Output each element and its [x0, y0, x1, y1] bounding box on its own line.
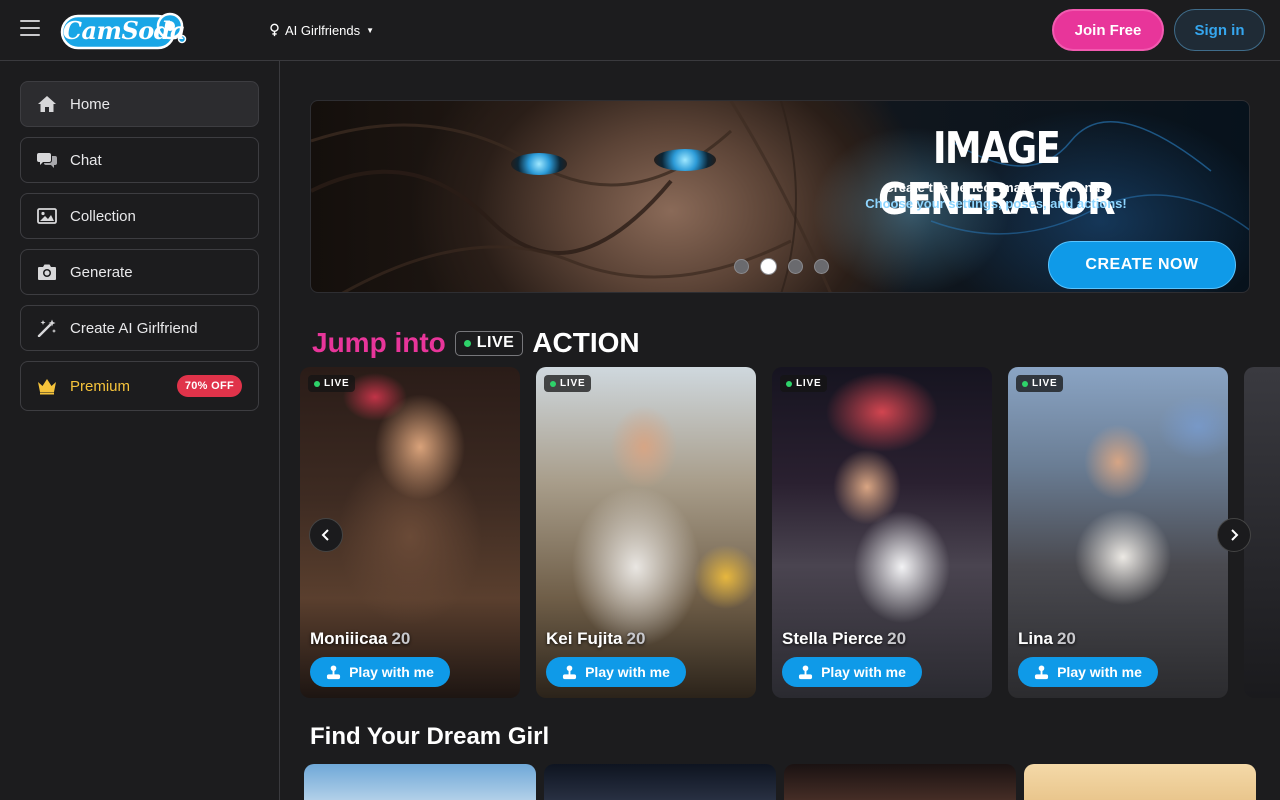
ai-girlfriends-label: AI Girlfriends	[285, 22, 361, 38]
image-generator-banner[interactable]: IMAGE GENERATOR Create the perfect image…	[310, 100, 1250, 293]
live-indicator-dot	[786, 380, 792, 387]
card-age: 20	[1056, 629, 1076, 648]
joystick-icon	[327, 664, 341, 679]
sidebar-item-home[interactable]: Home	[20, 81, 259, 127]
camera-icon	[38, 264, 56, 280]
card-name-text: Lina	[1018, 629, 1053, 648]
live-indicator-dot	[463, 339, 471, 347]
banner-subtitle: Create the perfect image in seconds	[884, 180, 1108, 195]
card-age: 20	[887, 629, 907, 648]
carousel-dot[interactable]	[734, 259, 749, 274]
live-indicator-dot	[550, 380, 556, 387]
dream-girl-thumbnail[interactable]	[784, 764, 1016, 800]
play-with-me-button[interactable]: Play with me	[310, 657, 450, 687]
card-live-badge: LIVE	[1016, 375, 1064, 392]
card-name-text: Stella Pierce	[782, 629, 884, 648]
chevron-left-icon	[321, 529, 329, 541]
card-live-badge: LIVE	[780, 375, 828, 392]
sidebar-item-collection[interactable]: Collection	[20, 193, 259, 239]
dream-girl-thumbnail[interactable]	[1024, 764, 1256, 800]
sidebar: Home Chat Collection Generate Create AI …	[0, 61, 280, 800]
card-name: Stella Pierce 20	[782, 629, 906, 649]
chevron-right-icon	[1231, 529, 1239, 541]
live-card[interactable]: LIVE Kei Fujita 20 Play with me	[536, 367, 756, 698]
card-live-label: LIVE	[560, 378, 586, 389]
play-button-label: Play with me	[349, 664, 434, 680]
banner-subtitle-secondary: Choose your settings, poses, and actions…	[865, 196, 1127, 211]
play-with-me-button[interactable]: Play with me	[782, 657, 922, 687]
dream-girl-heading: Find Your Dream Girl	[310, 723, 550, 750]
carousel-dots	[734, 258, 829, 275]
play-with-me-button[interactable]: Play with me	[546, 657, 686, 687]
carousel-next-button[interactable]	[1217, 518, 1251, 552]
card-name: Lina 20	[1018, 629, 1076, 649]
logo-text: CamSoda	[62, 15, 186, 45]
card-name-text: Kei Fujita	[546, 629, 623, 648]
hamburger-menu-icon[interactable]	[20, 20, 40, 40]
top-header: CamSoda AI Girlfriends ▼ Join Free Sign …	[0, 0, 1280, 61]
banner-right-eye	[654, 149, 716, 171]
dream-girl-thumbnail[interactable]	[304, 764, 536, 800]
carousel-dot[interactable]	[814, 259, 829, 274]
joystick-icon	[799, 664, 813, 679]
live-cards-carousel: LIVE Moniiicaa 20 Play with me LIVE Kei F…	[280, 367, 1280, 699]
joystick-icon	[563, 664, 577, 679]
live-indicator-dot	[314, 380, 320, 387]
card-name: Moniiicaa 20	[310, 629, 410, 649]
heading-suffix: ACTION	[532, 327, 640, 358]
carousel-dot[interactable]	[788, 259, 803, 274]
live-indicator-dot	[1022, 380, 1028, 387]
sidebar-item-label: Create AI Girlfriend	[70, 319, 198, 337]
magic-wand-icon	[37, 319, 56, 337]
sidebar-item-generate[interactable]: Generate	[20, 249, 259, 295]
card-age: 20	[391, 629, 411, 648]
sidebar-item-label: Home	[70, 95, 111, 113]
premium-label: Premium	[70, 377, 131, 395]
card-live-label: LIVE	[324, 378, 350, 389]
card-live-badge: LIVE	[544, 375, 592, 392]
banner-left-eye	[511, 153, 567, 175]
carousel-dot-active[interactable]	[760, 258, 777, 275]
sidebar-item-label: Chat	[70, 151, 102, 169]
dream-girl-thumbnail[interactable]	[544, 764, 776, 800]
card-name-text: Moniiicaa	[310, 629, 388, 648]
caret-down-icon: ▼	[366, 25, 375, 35]
camsoda-logo[interactable]: CamSoda	[60, 10, 188, 50]
crown-icon	[38, 379, 56, 395]
sidebar-item-create-ai-girlfriend[interactable]: Create AI Girlfriend	[20, 305, 259, 351]
play-button-label: Play with me	[1057, 664, 1142, 680]
sidebar-item-chat[interactable]: Chat	[20, 137, 259, 183]
card-live-label: LIVE	[1032, 378, 1058, 389]
card-live-badge: LIVE	[308, 375, 356, 392]
female-symbol-icon	[270, 23, 279, 37]
sign-in-button[interactable]: Sign in	[1174, 9, 1265, 51]
join-free-button[interactable]: Join Free	[1052, 9, 1164, 51]
live-card[interactable]: LIVE Stella Pierce 20 Play with me	[772, 367, 992, 698]
image-icon	[37, 208, 57, 224]
play-button-label: Play with me	[821, 664, 906, 680]
live-pill-label: LIVE	[476, 334, 515, 351]
carousel-prev-button[interactable]	[309, 518, 343, 552]
ai-girlfriends-menu[interactable]: AI Girlfriends ▼	[268, 20, 374, 40]
heading-prefix: Jump into	[312, 327, 446, 358]
card-live-label: LIVE	[796, 378, 822, 389]
create-now-button[interactable]: CREATE NOW	[1048, 241, 1236, 289]
card-age: 20	[626, 629, 646, 648]
sidebar-item-label: Generate	[70, 263, 133, 281]
joystick-icon	[1035, 664, 1049, 679]
card-name: Kei Fujita 20	[546, 629, 645, 649]
play-button-label: Play with me	[585, 664, 670, 680]
live-pill: LIVE	[454, 330, 524, 356]
home-icon	[38, 96, 56, 112]
sidebar-item-label: Collection	[70, 207, 136, 225]
live-card[interactable]: LIVE Lina 20 Play with me	[1008, 367, 1228, 698]
sidebar-item-premium[interactable]: Premium 70% OFF	[20, 361, 259, 411]
play-with-me-button[interactable]: Play with me	[1018, 657, 1158, 687]
chat-icon	[37, 153, 57, 168]
live-section-heading: Jump into LIVE ACTION	[312, 325, 640, 361]
discount-badge: 70% OFF	[176, 375, 242, 397]
